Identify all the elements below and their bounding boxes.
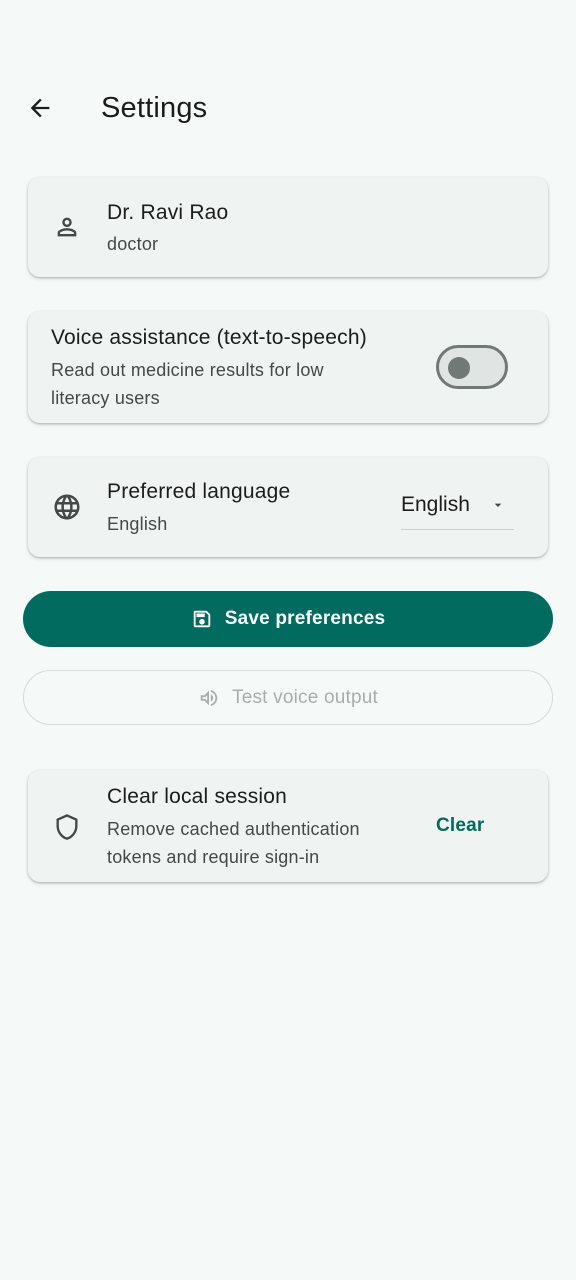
language-title: Preferred language (107, 480, 291, 503)
globe-icon (52, 492, 82, 522)
test-voice-button[interactable]: Test voice output (23, 670, 553, 725)
voice-assistance-title: Voice assistance (text-to-speech) (51, 326, 367, 349)
language-dropdown-value: English (401, 493, 470, 516)
voice-assistance-toggle[interactable] (436, 345, 508, 389)
volume-icon (200, 689, 218, 706)
shield-icon (52, 812, 82, 842)
test-voice-label: Test voice output (232, 686, 378, 708)
clear-session-description: Remove cached authentication tokens and … (107, 819, 360, 867)
toggle-knob (448, 357, 470, 379)
clear-session-title: Clear local session (107, 785, 288, 808)
voice-assistance-description: Read out medicine results for low litera… (51, 360, 324, 408)
save-preferences-button[interactable]: Save preferences (23, 591, 553, 647)
voice-assistance-card: Voice assistance (text-to-speech) Read o… (28, 311, 548, 423)
caret-down-icon (494, 503, 502, 507)
page-title: Settings (101, 92, 208, 124)
save-preferences-label: Save preferences (224, 608, 386, 629)
back-button[interactable] (18, 86, 62, 130)
arrow-back-icon (30, 98, 50, 118)
language-card: Preferred language English English (28, 457, 548, 557)
profile-name: Dr. Ravi Rao (107, 201, 229, 224)
person-icon (52, 212, 82, 242)
profile-role: doctor (107, 234, 159, 254)
language-dropdown[interactable]: English (401, 487, 514, 530)
app-bar: Settings (0, 72, 576, 146)
save-icon (193, 610, 210, 628)
language-current: English (107, 514, 168, 534)
clear-button[interactable]: Clear (436, 810, 485, 842)
profile-card: Dr. Ravi Rao doctor (28, 177, 548, 277)
clear-session-card: Clear local session Remove cached authen… (28, 770, 548, 882)
